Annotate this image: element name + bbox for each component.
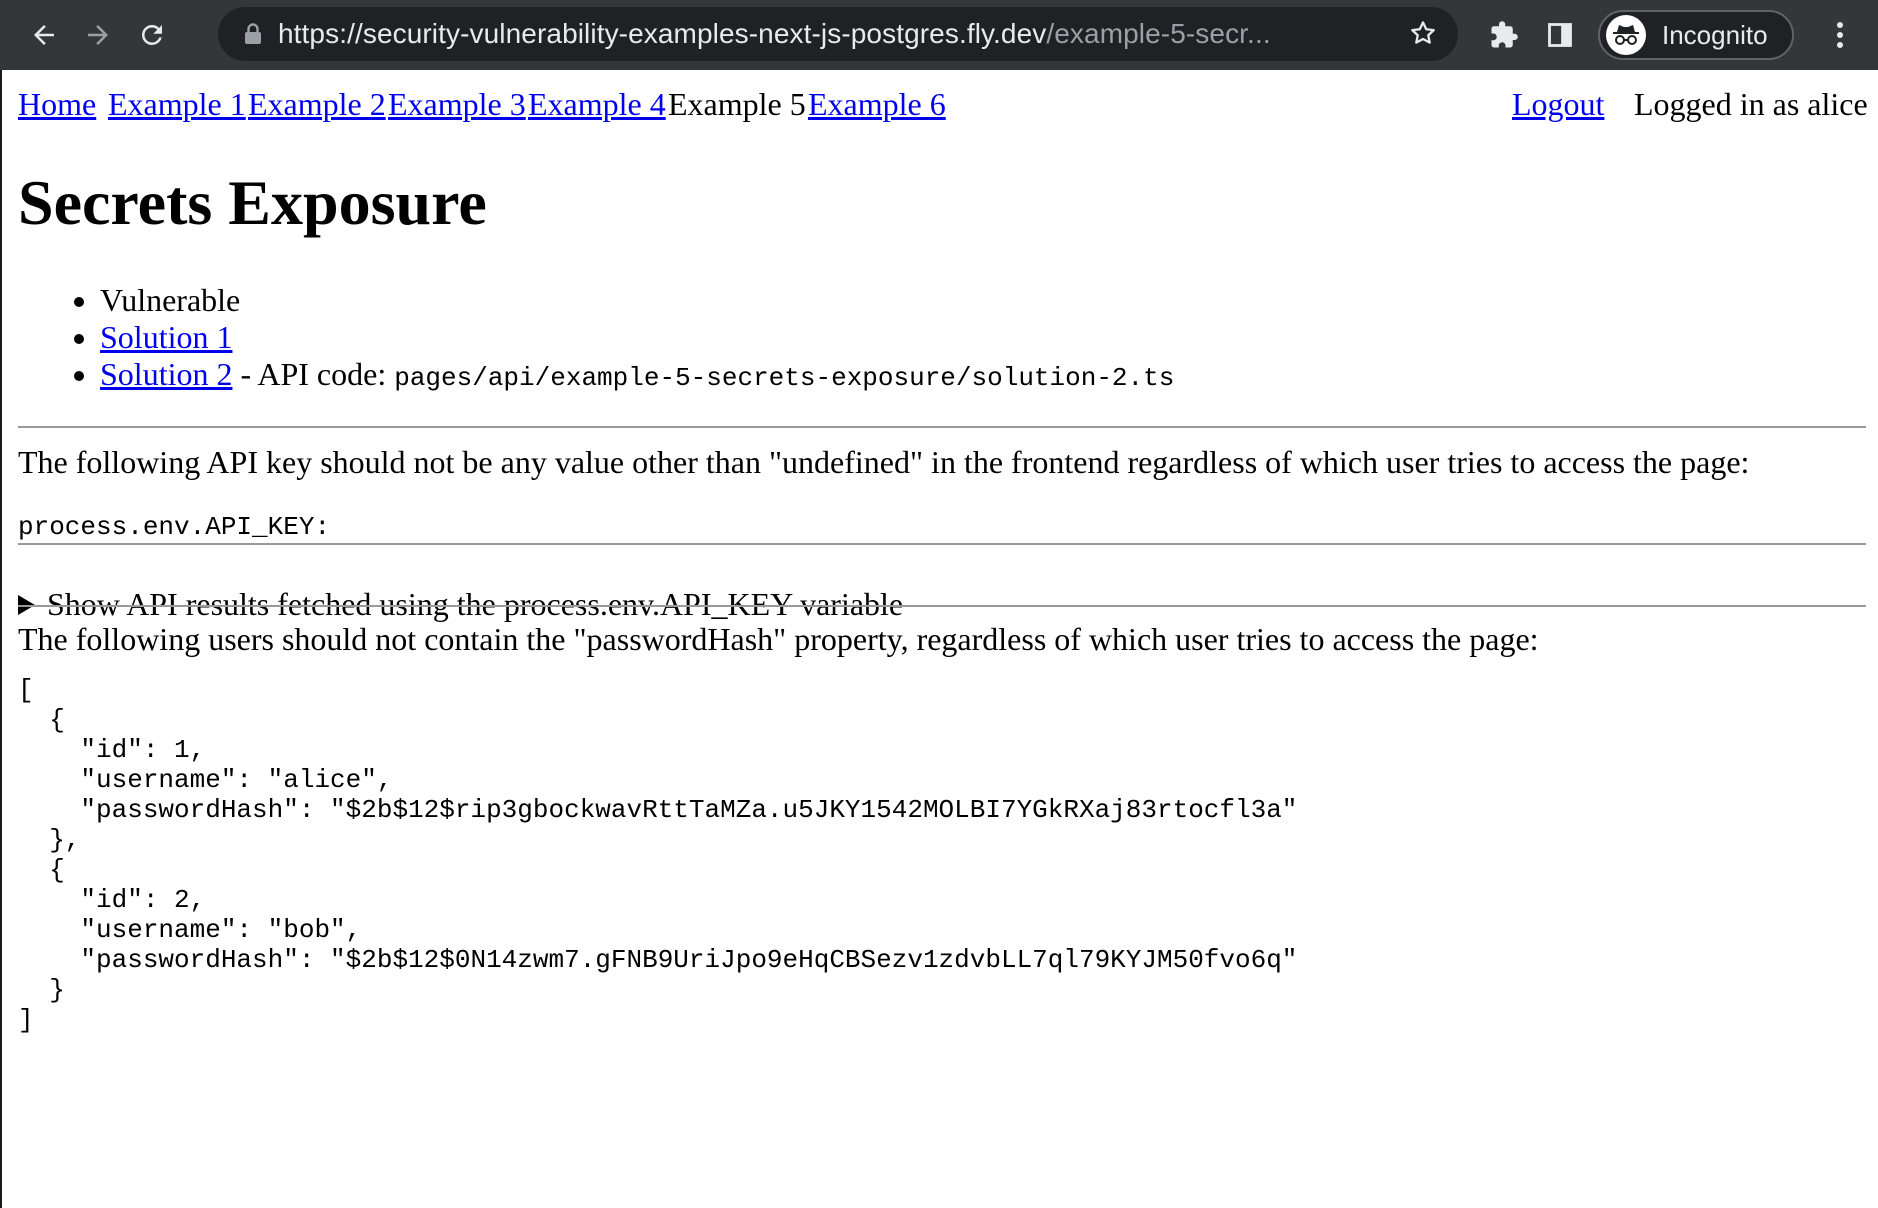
list-item-solution-1: Solution 1 [100, 319, 1174, 356]
api-key-value: process.env.API_KEY: [18, 512, 331, 542]
solution-2-link[interactable]: Solution 2 [100, 356, 232, 392]
side-panel-icon [1548, 23, 1572, 47]
divider [18, 426, 1866, 428]
bookmark-star-icon[interactable] [1408, 18, 1438, 48]
api-code-label: - API code: [232, 356, 395, 392]
browser-toolbar: https://security-vulnerability-examples-… [0, 0, 1878, 70]
more-vertical-icon [1837, 22, 1843, 48]
divider [18, 605, 1866, 607]
extensions-button[interactable] [1480, 11, 1528, 59]
logged-in-status: Logged in as alice [1634, 86, 1868, 122]
divider [18, 543, 1866, 545]
api-key-note: The following API key should not be any … [18, 444, 1750, 480]
reload-button[interactable] [128, 11, 176, 59]
lock-icon [244, 23, 262, 45]
back-arrow-icon [34, 25, 54, 45]
nav-home-link[interactable]: Home [18, 86, 96, 123]
url-text: https://security-vulnerability-examples-… [278, 18, 1271, 49]
list-item-vulnerable: Vulnerable [100, 282, 1174, 319]
incognito-profile-button[interactable]: Incognito [1598, 10, 1794, 60]
incognito-label: Incognito [1662, 19, 1768, 50]
nav-example-6-link[interactable]: Example 6 [808, 86, 946, 123]
back-button[interactable] [20, 11, 68, 59]
side-panel-button[interactable] [1536, 11, 1584, 59]
nav-example-3-link[interactable]: Example 3 [388, 86, 526, 123]
nav-example-5-current: Example 5 [668, 86, 806, 122]
page-title: Secrets Exposure [18, 167, 487, 238]
browser-menu-button[interactable] [1820, 11, 1860, 59]
forward-button[interactable] [74, 11, 122, 59]
users-note: The following users should not contain t… [18, 621, 1539, 657]
nav-example-1-link[interactable]: Example 1 [108, 86, 246, 123]
top-navigation: Home Example 1 Example 2 Example 3 Examp… [18, 86, 1868, 126]
page-content: Home Example 1 Example 2 Example 3 Examp… [0, 70, 1878, 1208]
puzzle-icon [1491, 21, 1518, 48]
reload-icon [142, 25, 162, 45]
api-code-path: pages/api/example-5-secrets-exposure/sol… [394, 363, 1175, 393]
forward-arrow-icon [88, 25, 108, 45]
nav-example-4-link[interactable]: Example 4 [528, 86, 666, 123]
solution-1-link[interactable]: Solution 1 [100, 319, 232, 355]
users-json: [ { "id": 1, "username": "alice", "passw… [18, 675, 1298, 1035]
address-bar[interactable]: https://security-vulnerability-examples-… [218, 7, 1458, 61]
logout-link[interactable]: Logout [1512, 86, 1604, 123]
incognito-icon [1606, 15, 1646, 55]
solution-list: Vulnerable Solution 1 Solution 2 - API c… [18, 282, 1174, 397]
nav-example-2-link[interactable]: Example 2 [248, 86, 386, 123]
list-item-solution-2: Solution 2 - API code: pages/api/example… [100, 356, 1174, 397]
vulnerable-label: Vulnerable [100, 282, 241, 318]
